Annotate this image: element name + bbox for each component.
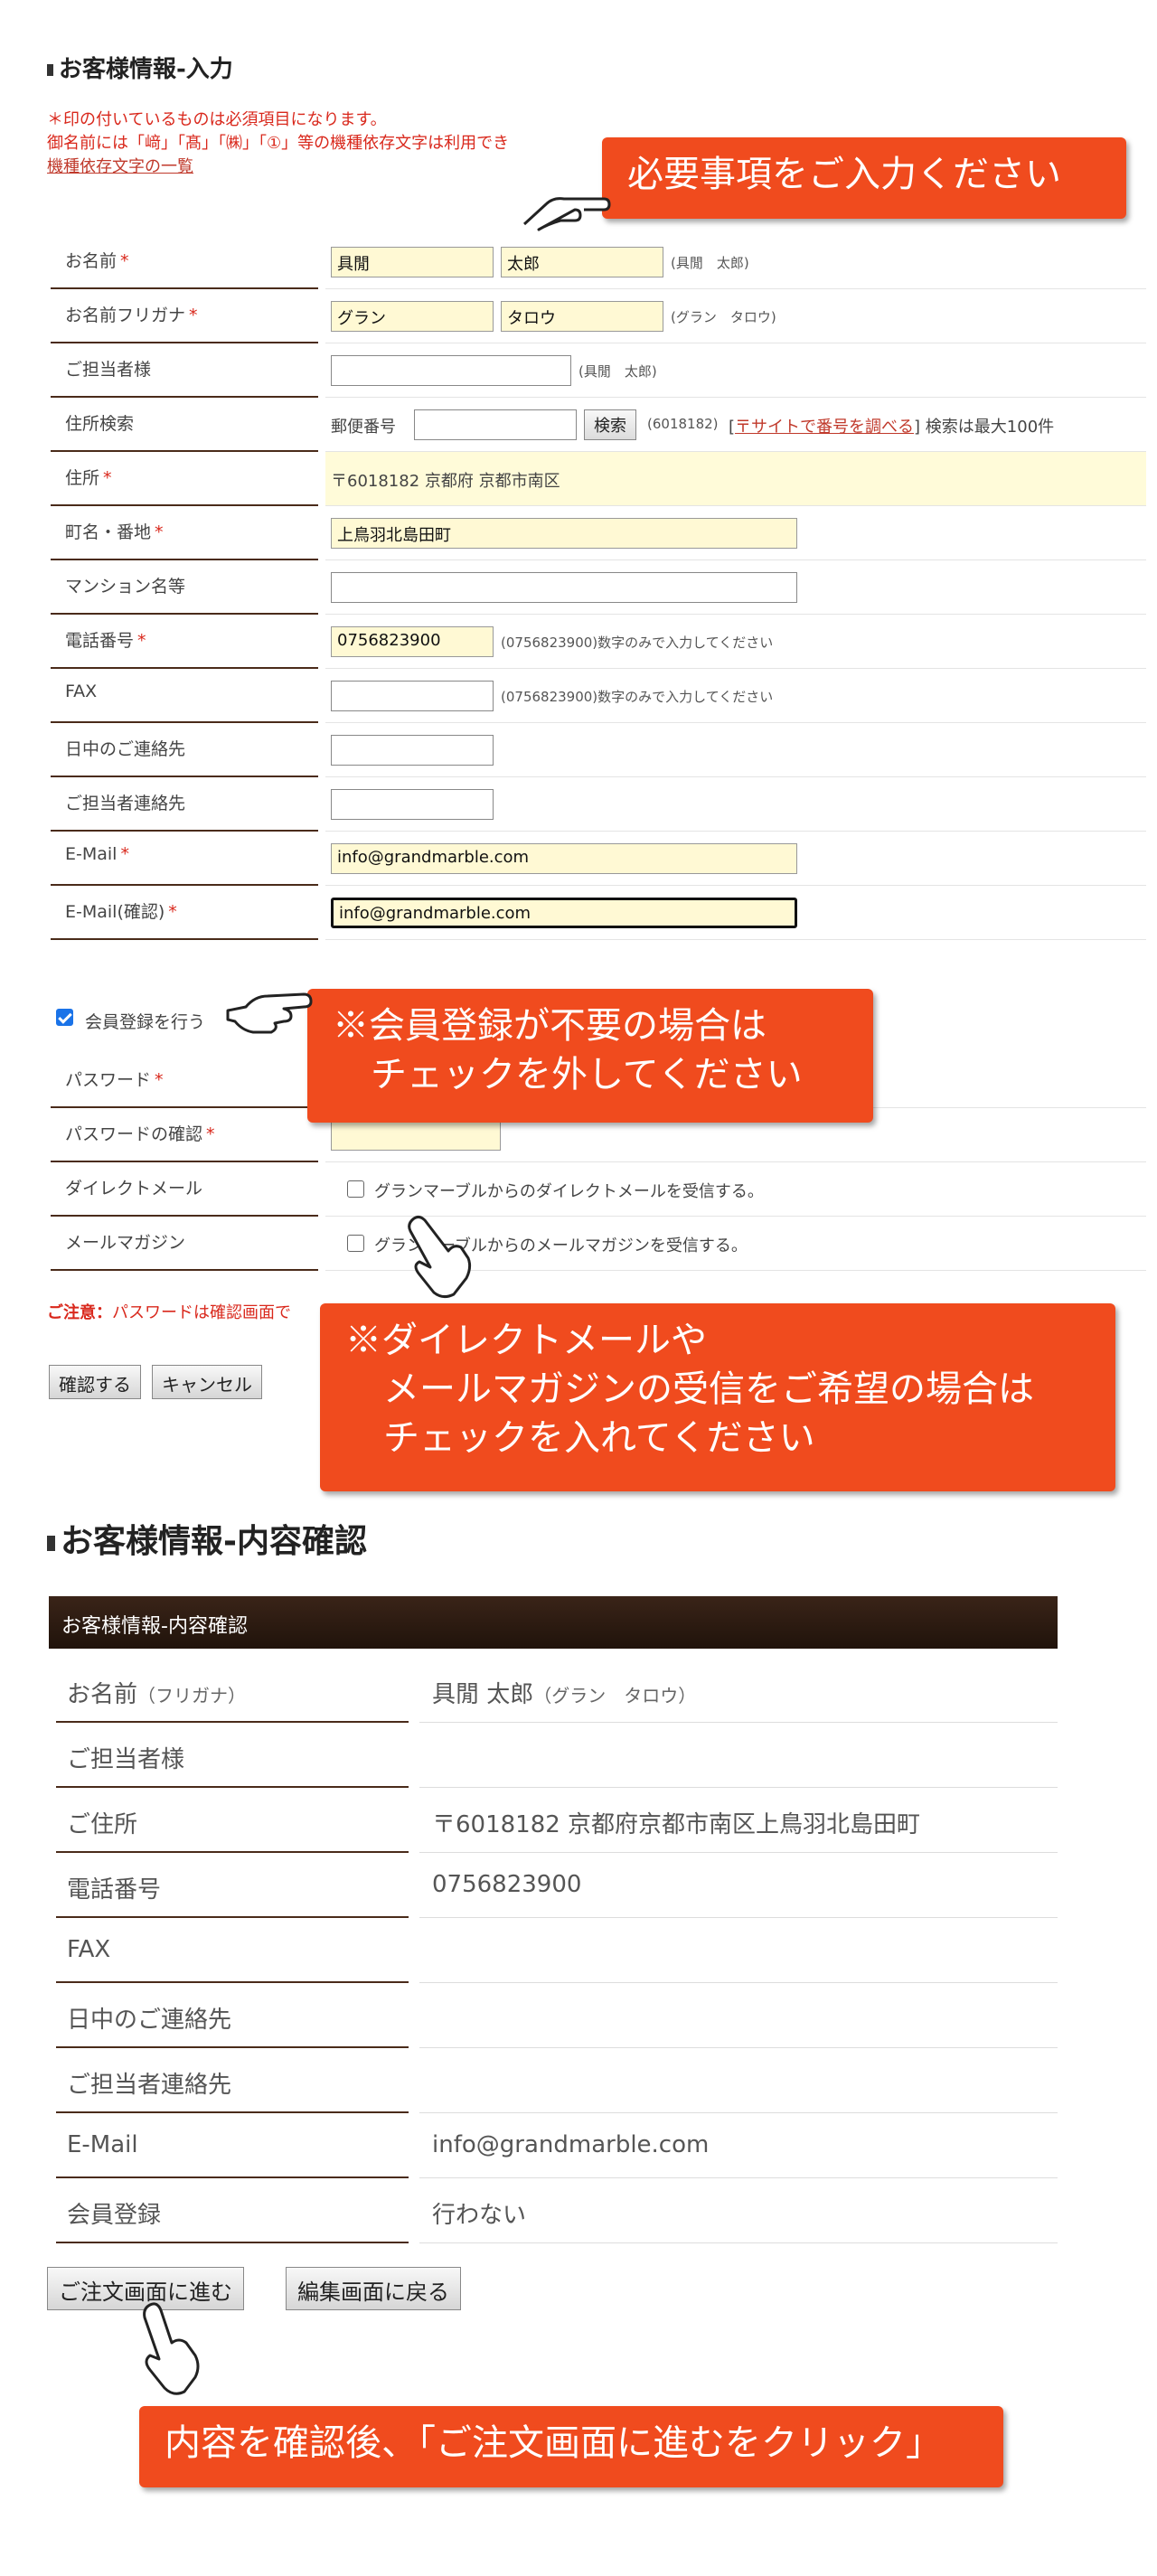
confirm-header-bar: お客様情報-内容確認 [49,1596,1058,1649]
direct-mail-checkbox[interactable] [347,1180,364,1198]
last-name-input[interactable]: 具閒 [331,247,494,277]
day-contact-input[interactable] [331,735,494,766]
row-fax: FAX (0756823900)数字のみで入力してください [51,669,1146,723]
confirm-row: お名前（フリガナ） 具閒 太郎（グラン タロウ） [56,1658,1058,1723]
confirm-row: ご担当者連絡先 [56,2048,1058,2113]
row-street: 町名・番地 * 上鳥羽北島田町 [51,506,1146,560]
caution-note: ご注意：パスワードは確認画面で [47,1303,291,1322]
row-kana: お名前フリガナ * グラン タロウ (グラン タロウ) [51,289,1146,343]
password-confirm-input[interactable] [331,1120,501,1151]
row-address: 住所 * 〒6018182 京都府 京都市南区 [51,452,1146,506]
callout-proceed-order: 内容を確認後、「ご注文画面に進むをクリック」 [139,2406,1003,2487]
pointing-hand-icon [143,2302,200,2395]
email-confirm-input[interactable]: info@grandmarble.com [331,898,797,928]
row-name: お名前 * 具閒 太郎 (具閒 太郎) [51,235,1146,289]
fax-input[interactable] [331,681,494,711]
row-direct-mail: ダイレクトメール グランマーブルからのダイレクトメールを受信する。 [51,1162,1146,1217]
row-building: マンション名等 [51,560,1146,615]
confirm-row: E-Mail info@grandmarble.com [56,2113,1058,2178]
phone-input[interactable]: 0756823900 [331,626,494,657]
cancel-button[interactable]: キャンセル [152,1365,262,1399]
contact-phone-input[interactable] [331,789,494,820]
confirm-row: 会員登録 行わない [56,2178,1058,2243]
row-address-search: 住所検索 郵便番号 検索 (6018182) [〒サイトで番号を調べる] 検索は… [51,398,1146,452]
postal-lookup-link[interactable]: 〒サイトで番号を調べる [735,418,914,437]
form-notes: ＊印の付いているものは必須項目になります。 御名前には「﨑」「髙」「㈱」「①」等… [47,108,509,179]
confirm-row: ご担当者様 [56,1723,1058,1788]
row-contact-person: ご担当者様 (具閒 太郎) [51,343,1146,398]
member-register-checkbox[interactable] [56,1009,73,1026]
pointing-hand-icon [522,197,611,231]
title-square-icon [47,64,53,76]
email-input[interactable]: info@grandmarble.com [331,843,797,874]
last-kana-input[interactable]: グラン [331,301,494,332]
first-kana-input[interactable]: タロウ [501,301,663,332]
street-input[interactable]: 上鳥羽北島田町 [331,518,797,549]
member-register-toggle[interactable]: 会員登録を行う [56,1009,205,1033]
row-contact-phone: ご担当者連絡先 [51,777,1146,832]
address-value: 〒6018182 京都府 京都市南区 [331,472,560,491]
callout-member-register: ※会員登録が不要の場合は チェックを外してください [307,989,873,1123]
postal-code-input[interactable] [414,409,577,440]
postal-search-button[interactable]: 検索 [584,409,636,440]
confirm-row: 電話番号 0756823900 [56,1853,1058,1918]
pointing-hand-icon [408,1215,472,1299]
row-newsletter: メールマガジン グランマーブルからのメールマガジンを受信する。 [51,1217,1146,1271]
row-email-confirm: E-Mail(確認) * info@grandmarble.com [51,886,1146,940]
confirm-section-title: お客様情報-内容確認 [47,1515,367,1562]
contact-person-input[interactable] [331,355,571,386]
newsletter-checkbox[interactable] [347,1235,364,1252]
title-square-icon [47,1535,55,1551]
confirm-button[interactable]: 確認する [49,1365,141,1399]
back-to-edit-button[interactable]: 編集画面に戻る [286,2267,461,2310]
row-email: E-Mail * info@grandmarble.com [51,832,1146,886]
confirm-row: 日中のご連絡先 [56,1983,1058,2048]
pointing-hand-icon [226,992,313,1034]
callout-fill-required: 必要事項をご入力ください [602,137,1126,219]
callout-mail-subscribe: ※ダイレクトメールや メールマガジンの受信をご希望の場合は チェックを入れてくだ… [320,1303,1115,1491]
confirm-row: FAX [56,1918,1058,1983]
input-section-title: お客様情報-入力 [47,51,233,84]
row-day-contact: 日中のご連絡先 [51,723,1146,777]
building-input[interactable] [331,572,797,603]
dependent-chars-link[interactable]: 機種依存文字の一覧 [47,155,509,179]
first-name-input[interactable]: 太郎 [501,247,663,277]
confirm-row: ご住所 〒6018182 京都府京都市南区上鳥羽北島田町 [56,1788,1058,1853]
row-phone: 電話番号 * 0756823900 (0756823900)数字のみで入力してくだ… [51,615,1146,669]
